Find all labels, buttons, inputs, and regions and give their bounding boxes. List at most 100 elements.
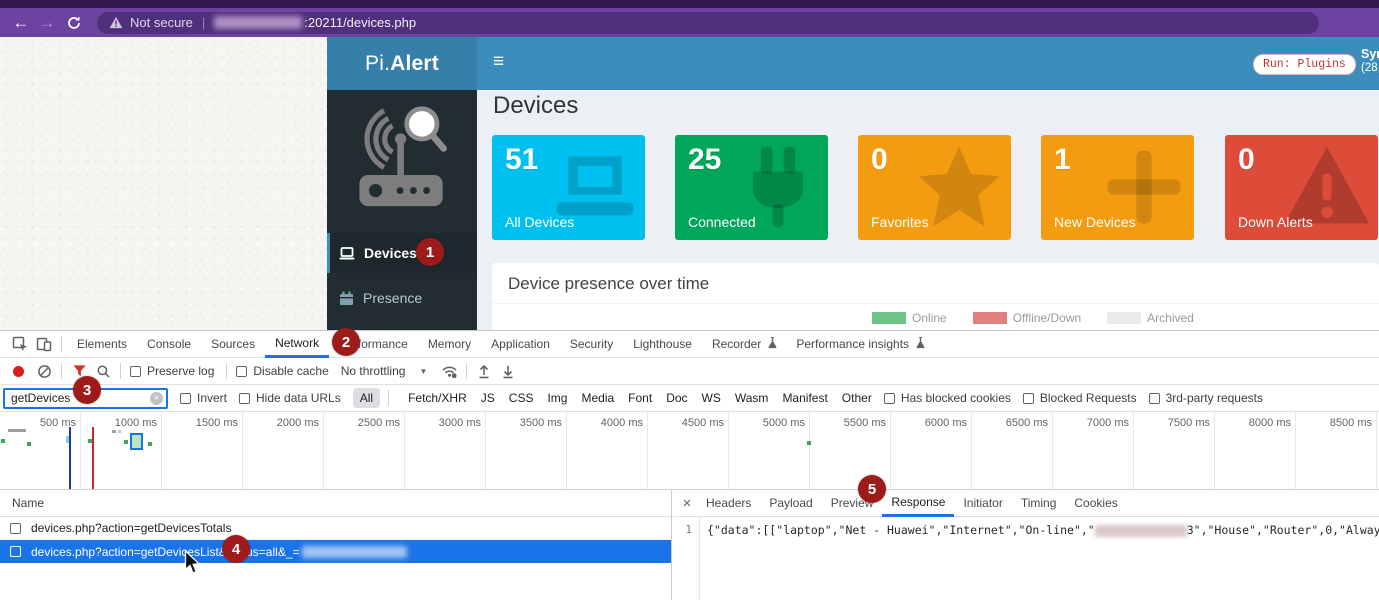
import-har-icon[interactable] (472, 360, 496, 382)
filter-type-media[interactable]: Media (581, 391, 614, 405)
export-har-icon[interactable] (496, 360, 520, 382)
invert-checkbox[interactable] (180, 393, 191, 404)
request-checkbox[interactable] (10, 523, 21, 534)
tab-response[interactable]: Response (882, 490, 954, 517)
filter-type-fetch-xhr[interactable]: Fetch/XHR (408, 391, 467, 405)
filter-type-ws[interactable]: WS (702, 391, 721, 405)
tab-memory[interactable]: Memory (418, 331, 481, 358)
hide-data-urls-control[interactable]: Hide data URLs (239, 391, 341, 405)
card-connected[interactable]: 25 Connected (675, 135, 828, 240)
has-blocked-cookies-control[interactable]: Has blocked cookies (884, 391, 1011, 405)
address-bar[interactable]: Not secure | :20211/devices.php (97, 12, 1319, 34)
request-row-get-devices-list[interactable]: devices.php?action=getDevicesList&status… (0, 540, 672, 563)
blocked-requests-control[interactable]: Blocked Requests (1023, 391, 1137, 405)
timeline-tick: 2500 ms (324, 412, 405, 489)
request-detail-pane: × Headers Payload Preview Response Initi… (673, 490, 1379, 600)
clear-network-log-icon[interactable] (32, 360, 56, 382)
hide-data-urls-label: Hide data URLs (256, 391, 341, 405)
forward-icon[interactable]: → (34, 13, 60, 33)
tab-lighthouse[interactable]: Lighthouse (623, 331, 702, 358)
sidebar-item-presence-label: Presence (363, 290, 422, 306)
request-row-get-devices-totals[interactable]: devices.php?action=getDevicesTotals (0, 517, 672, 540)
record-network-log-icon[interactable] (13, 366, 24, 377)
tab-recorder[interactable]: Recorder (702, 331, 771, 358)
filter-type-css[interactable]: CSS (509, 391, 534, 405)
redacted-response-value (1095, 525, 1187, 537)
invert-control[interactable]: Invert (180, 391, 227, 405)
filter-type-all[interactable]: All (353, 388, 380, 408)
address-separator: | (202, 15, 205, 30)
not-secure-warning-icon (109, 16, 123, 29)
legend-offline-down[interactable]: Offline/Down (973, 311, 1081, 325)
network-filter-bar: × Invert Hide data URLs All Fetch/XHR JS… (0, 385, 1379, 412)
run-plugins-button[interactable]: Run: Plugins (1253, 54, 1356, 75)
clear-filter-icon[interactable]: × (150, 392, 163, 405)
third-party-requests-checkbox[interactable] (1149, 393, 1160, 404)
response-body[interactable]: 1 {"data":[["laptop","Net - Huawei","Int… (673, 517, 1379, 600)
preserve-log-checkbox[interactable] (130, 366, 141, 377)
sidebar-item-devices-label: Devices (364, 245, 417, 261)
app-logo-title[interactable]: Pi.Alert (327, 37, 477, 90)
card-new-devices-label: New Devices (1054, 214, 1136, 230)
response-text-after: 3","House","Router",0,"Always on" (1187, 523, 1379, 537)
timeline-tick: 8500 ms (1296, 412, 1377, 489)
tab-initiator[interactable]: Initiator (954, 490, 1011, 517)
filter-type-manifest[interactable]: Manifest (782, 391, 827, 405)
disable-cache-control[interactable]: Disable cache (236, 364, 328, 378)
tab-payload[interactable]: Payload (760, 490, 821, 517)
legend-online[interactable]: Online (872, 311, 947, 325)
sidebar-item-devices[interactable]: Devices (327, 233, 477, 273)
preserve-log-control[interactable]: Preserve log (130, 364, 214, 378)
network-overview-timeline[interactable]: 500 ms 1000 ms 1500 ms 2000 ms 2500 ms 3… (0, 412, 1379, 490)
tab-network[interactable]: Network (265, 331, 329, 358)
has-blocked-cookies-checkbox[interactable] (884, 393, 895, 404)
filter-type-js[interactable]: JS (481, 391, 495, 405)
inspect-element-icon[interactable] (8, 333, 32, 355)
back-icon[interactable]: ← (8, 13, 34, 33)
card-down-alerts[interactable]: 0 Down Alerts (1225, 135, 1378, 240)
card-all-devices[interactable]: 51 All Devices (492, 135, 645, 240)
chevron-down-icon[interactable]: ▼ (419, 367, 427, 376)
legend-online-label: Online (912, 311, 947, 325)
disable-cache-checkbox[interactable] (236, 366, 247, 377)
reload-icon[interactable] (66, 15, 82, 31)
third-party-requests-control[interactable]: 3rd-party requests (1149, 391, 1263, 405)
tab-timing[interactable]: Timing (1012, 490, 1066, 517)
request-detail-tab-bar: × Headers Payload Preview Response Initi… (673, 490, 1379, 517)
device-toolbar-icon[interactable] (32, 333, 56, 355)
filter-type-wasm[interactable]: Wasm (735, 391, 769, 405)
tab-sources[interactable]: Sources (201, 331, 265, 358)
tab-cookies[interactable]: Cookies (1065, 490, 1126, 517)
app-sidebar: Devices Presence (327, 90, 477, 330)
hamburger-menu-icon[interactable]: ≡ (493, 51, 504, 73)
card-new-devices[interactable]: 1 New Devices (1041, 135, 1194, 240)
filter-type-other[interactable]: Other (842, 391, 872, 405)
sidebar-item-presence[interactable]: Presence (327, 278, 477, 318)
tab-security[interactable]: Security (560, 331, 623, 358)
network-conditions-icon[interactable] (437, 360, 461, 382)
filter-type-font[interactable]: Font (628, 391, 652, 405)
blocked-requests-checkbox[interactable] (1023, 393, 1034, 404)
requests-name-column-header[interactable]: Name (0, 490, 671, 517)
card-favorites-label: Favorites (871, 214, 929, 230)
card-favorites[interactable]: 0 Favorites (858, 135, 1011, 240)
divider (226, 363, 227, 379)
tab-application[interactable]: Application (481, 331, 560, 358)
annotation-step-1: 1 (416, 238, 444, 266)
filter-type-img[interactable]: Img (547, 391, 567, 405)
mouse-cursor (184, 550, 201, 581)
hide-data-urls-checkbox[interactable] (239, 393, 250, 404)
tab-elements[interactable]: Elements (67, 331, 137, 358)
requests-table: Name devices.php?action=getDevicesTotals… (0, 490, 672, 600)
legend-archived[interactable]: Archived (1107, 311, 1194, 325)
filter-type-doc[interactable]: Doc (666, 391, 687, 405)
tab-console[interactable]: Console (137, 331, 201, 358)
request-checkbox[interactable] (10, 546, 21, 557)
tab-headers[interactable]: Headers (697, 490, 760, 517)
close-icon[interactable]: × (677, 495, 697, 512)
timeline-tick: 8000 ms (1215, 412, 1296, 489)
tab-performance-insights[interactable]: Performance insights (786, 331, 919, 358)
disable-cache-label: Disable cache (253, 364, 328, 378)
response-json-line: {"data":[["laptop","Net - Huawei","Inter… (707, 523, 1379, 537)
throttling-select[interactable]: No throttling (341, 364, 406, 378)
